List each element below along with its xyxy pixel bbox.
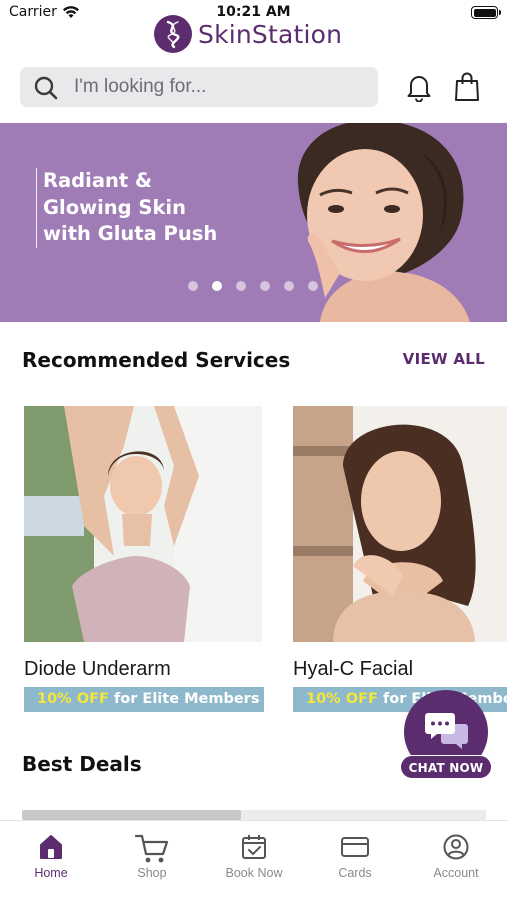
brand-logo: SkinStation bbox=[154, 15, 342, 53]
card-icon bbox=[341, 837, 369, 857]
service-photo bbox=[293, 406, 507, 642]
carousel-dot-active[interactable] bbox=[212, 281, 222, 291]
tab-label: Shop bbox=[137, 866, 167, 880]
tab-cards[interactable]: Cards bbox=[310, 833, 400, 880]
banner-line: with Gluta Push bbox=[43, 222, 218, 245]
banner-model-image bbox=[297, 123, 470, 322]
tab-label: Home bbox=[34, 866, 68, 880]
promo-highlight: 10% OFF bbox=[306, 691, 378, 707]
recommended-title: Recommended Services bbox=[22, 348, 291, 372]
service-card[interactable]: Diode Underarm 10% OFF for Elite Members bbox=[24, 406, 264, 712]
promo-banner[interactable]: Radiant & Glowing Skin with Gluta Push bbox=[0, 123, 507, 322]
calendar-check-icon bbox=[242, 835, 266, 859]
banner-line: Glowing Skin bbox=[43, 195, 186, 219]
tab-label: Account bbox=[433, 866, 479, 880]
chat-now-label[interactable]: CHAT NOW bbox=[400, 755, 492, 779]
bell-icon[interactable] bbox=[404, 72, 434, 102]
carousel-dot[interactable] bbox=[260, 281, 270, 291]
logo-mark-icon bbox=[154, 15, 192, 53]
search-input[interactable] bbox=[74, 67, 370, 107]
cart-icon bbox=[134, 834, 169, 863]
tab-shop[interactable]: Shop bbox=[107, 833, 197, 880]
service-title: Hyal-C Facial bbox=[293, 658, 414, 680]
banner-headline: Radiant & Glowing Skin with Gluta Push bbox=[36, 168, 217, 248]
user-circle-icon bbox=[443, 834, 469, 860]
tab-label: Book Now bbox=[225, 866, 283, 880]
carousel-dot[interactable] bbox=[284, 281, 294, 291]
tab-book-now[interactable]: Book Now bbox=[209, 833, 299, 880]
carousel-dot[interactable] bbox=[188, 281, 198, 291]
service-title: Diode Underarm bbox=[24, 658, 171, 680]
search-bar[interactable] bbox=[20, 67, 378, 107]
carousel-dot[interactable] bbox=[308, 281, 318, 291]
promo-highlight: 10% OFF bbox=[37, 691, 109, 707]
carousel-dots[interactable] bbox=[188, 281, 318, 291]
promo-text: for Elite Members bbox=[108, 691, 260, 707]
tab-account[interactable]: Account bbox=[411, 833, 501, 880]
battery-icon bbox=[471, 6, 501, 19]
view-all-link[interactable]: VIEW ALL bbox=[403, 350, 485, 368]
service-photo bbox=[24, 406, 262, 642]
promo-tag: 10% OFF for Elite Members bbox=[24, 687, 264, 712]
banner-line: Radiant & bbox=[43, 169, 152, 192]
home-icon bbox=[40, 835, 62, 859]
tab-home[interactable]: Home bbox=[6, 833, 96, 880]
service-card[interactable]: Hyal-C Facial 10% OFF for Elite Members bbox=[293, 406, 507, 712]
best-deals-scroll-indicator[interactable] bbox=[22, 810, 486, 820]
search-icon bbox=[34, 76, 58, 100]
shopping-bag-icon[interactable] bbox=[452, 71, 482, 103]
carousel-dot[interactable] bbox=[236, 281, 246, 291]
tab-label: Cards bbox=[338, 866, 372, 880]
chat-bubbles-icon bbox=[425, 713, 468, 749]
best-deals-title: Best Deals bbox=[22, 752, 142, 776]
bottom-tab-bar: Home Shop Book Now Cards Account bbox=[0, 820, 507, 900]
brand-name: SkinStation bbox=[198, 19, 343, 49]
